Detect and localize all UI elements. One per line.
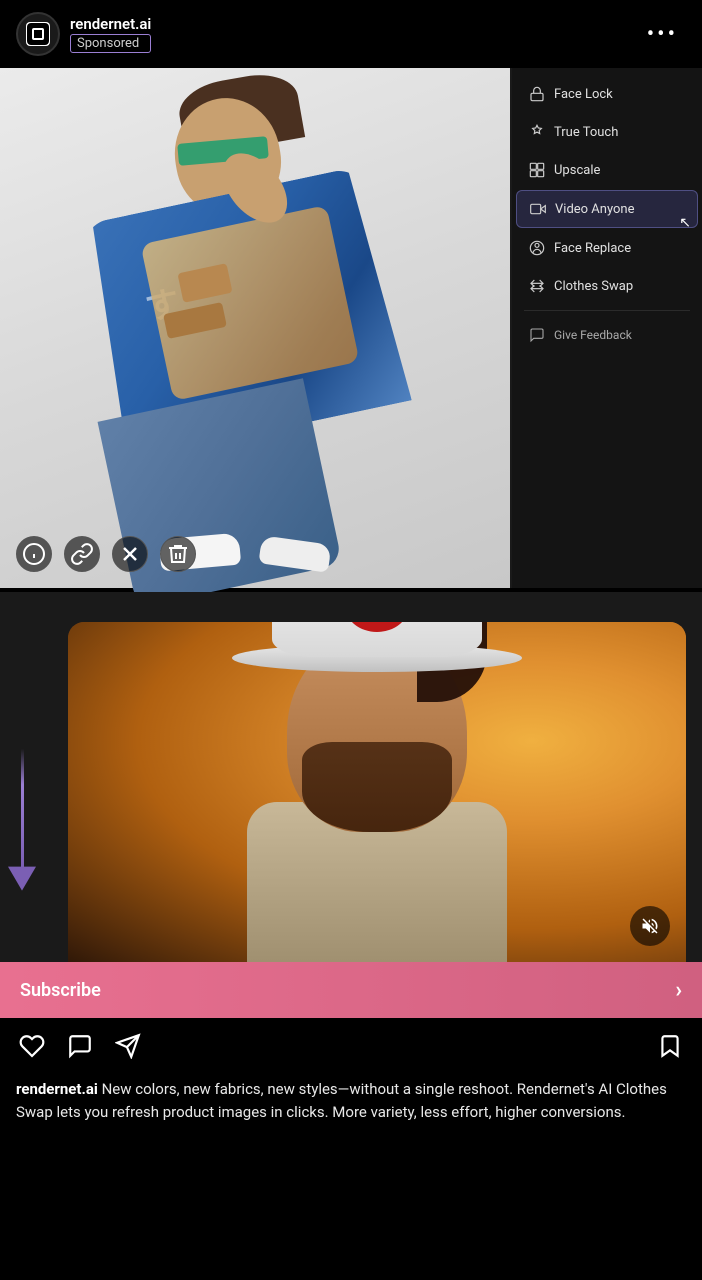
panel-item-face-replace[interactable]: Face Replace (516, 230, 698, 266)
face-lock-icon (528, 85, 546, 103)
subscribe-bar[interactable]: Subscribe › (0, 962, 702, 1018)
main-image-area: す (0, 68, 702, 588)
caption-text: New colors, new fabrics, new styles—with… (16, 1080, 667, 1121)
image-toolbar (16, 536, 196, 572)
clothes-swap-icon (528, 277, 546, 295)
right-panel: Face Lock True Touch Upscale (512, 68, 702, 588)
feedback-label: Give Feedback (554, 328, 632, 342)
header-left: rendernet.ai Sponsored (16, 12, 151, 56)
caption: rendernet.ai New colors, new fabrics, ne… (0, 1074, 702, 1147)
save-button[interactable] (656, 1032, 684, 1060)
mute-button[interactable] (630, 906, 670, 946)
panel-item-true-touch[interactable]: True Touch (516, 114, 698, 150)
action-bar (0, 1018, 702, 1074)
link-button[interactable] (64, 536, 100, 572)
video-card: STRIKER (68, 622, 686, 962)
arrow-indicator (8, 749, 36, 891)
sponsored-badge: Sponsored (70, 34, 151, 53)
clothes-swap-label: Clothes Swap (554, 279, 633, 294)
upscale-icon (528, 161, 546, 179)
panel-item-face-lock[interactable]: Face Lock (516, 76, 698, 112)
post-header: rendernet.ai Sponsored ••• (0, 0, 702, 68)
panel-item-feedback[interactable]: Give Feedback (516, 317, 698, 353)
panel-divider (524, 310, 690, 311)
face-replace-icon (528, 239, 546, 257)
like-button[interactable] (18, 1032, 46, 1060)
header-info: rendernet.ai Sponsored (70, 15, 151, 53)
comment-button[interactable] (66, 1032, 94, 1060)
fashion-photo: す (0, 68, 510, 588)
brand-name[interactable]: rendernet.ai (70, 15, 151, 33)
feedback-icon (528, 326, 546, 344)
avatar[interactable] (16, 12, 60, 56)
face-lock-label: Face Lock (554, 87, 613, 102)
panel-item-clothes-swap[interactable]: Clothes Swap (516, 268, 698, 304)
video-anyone-label: Video Anyone (555, 202, 635, 217)
caption-brand[interactable]: rendernet.ai (16, 1080, 98, 1098)
action-left (18, 1032, 142, 1060)
arrow-head (8, 867, 36, 891)
close-button[interactable] (112, 536, 148, 572)
video-anyone-icon (529, 200, 547, 218)
subscribe-chevron: › (675, 978, 682, 1003)
delete-button[interactable] (160, 536, 196, 572)
face-replace-label: Face Replace (554, 241, 631, 256)
video-area: STRIKER (0, 592, 702, 962)
true-touch-icon (528, 123, 546, 141)
upscale-label: Upscale (554, 163, 600, 178)
arrow-line (21, 749, 24, 869)
panel-item-upscale[interactable]: Upscale (516, 152, 698, 188)
panel-item-video-anyone[interactable]: Video Anyone ↖ (516, 190, 698, 228)
true-touch-label: True Touch (554, 125, 618, 140)
more-options-button[interactable]: ••• (639, 18, 686, 51)
info-button[interactable] (16, 536, 52, 572)
subscribe-text: Subscribe (20, 980, 101, 1001)
share-button[interactable] (114, 1032, 142, 1060)
